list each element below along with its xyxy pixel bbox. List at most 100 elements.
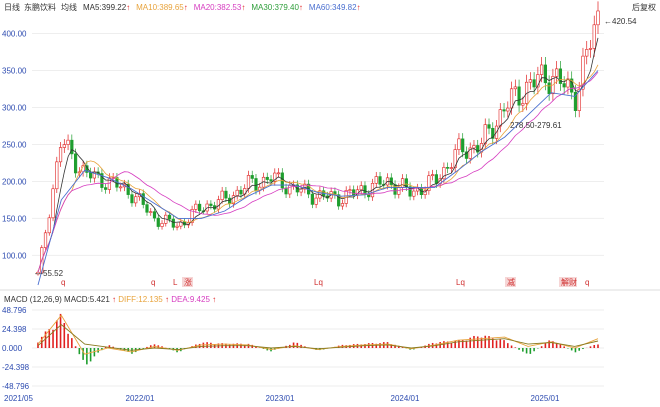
candle bbox=[340, 199, 345, 210]
candle bbox=[194, 200, 198, 214]
event-marker[interactable]: 减 bbox=[505, 277, 516, 287]
event-marker[interactable]: Lq bbox=[314, 278, 323, 287]
candle bbox=[51, 184, 55, 222]
candle bbox=[209, 200, 213, 210]
candle bbox=[134, 192, 138, 207]
candle bbox=[547, 75, 551, 101]
candle bbox=[160, 220, 164, 230]
price-axis-labels: 100.00 150.00 200.00 250.00 300.00 350.00 400.… bbox=[2, 29, 27, 260]
candle bbox=[528, 72, 532, 90]
candle bbox=[374, 171, 378, 188]
candle bbox=[276, 168, 281, 178]
candle bbox=[156, 214, 160, 230]
candle bbox=[220, 186, 224, 204]
candle bbox=[502, 103, 506, 118]
svg-text:q: q bbox=[585, 278, 589, 287]
candle bbox=[472, 139, 476, 154]
ma10-line bbox=[37, 64, 599, 273]
y-tick-label: 200.00 bbox=[2, 177, 27, 186]
x-tick-label: 2022/01 bbox=[126, 394, 155, 403]
candle bbox=[175, 223, 179, 231]
macd-header: MACD (12,26,9) MACD:5.421 ↑ DIFF:12.135 … bbox=[4, 295, 216, 304]
svg-text:Lq: Lq bbox=[456, 278, 465, 287]
x-tick-label: 2021/05 bbox=[4, 394, 33, 403]
candle bbox=[491, 122, 495, 145]
candle bbox=[457, 133, 461, 156]
x-tick-label: 2023/01 bbox=[266, 394, 295, 403]
candle bbox=[581, 47, 585, 97]
candle bbox=[62, 139, 66, 153]
svg-text:q: q bbox=[61, 278, 65, 287]
candle bbox=[596, 1, 600, 34]
macd-y-tick-label: -24.398 bbox=[2, 363, 30, 372]
x-tick-label: 2025/01 bbox=[531, 394, 560, 403]
candle bbox=[47, 214, 51, 236]
candle bbox=[224, 186, 228, 203]
y-tick-label: 250.00 bbox=[2, 140, 27, 149]
candle bbox=[190, 205, 194, 226]
candle bbox=[145, 200, 149, 216]
event-marker[interactable]: L bbox=[173, 278, 178, 287]
y-tick-label: 300.00 bbox=[2, 103, 27, 112]
candle bbox=[393, 180, 397, 199]
candle bbox=[389, 173, 393, 189]
candle bbox=[487, 118, 491, 135]
candle bbox=[66, 134, 70, 151]
svg-text:L: L bbox=[173, 278, 178, 287]
candle bbox=[588, 39, 593, 58]
y-tick-label: 350.00 bbox=[2, 66, 27, 75]
ma5-line bbox=[37, 37, 599, 273]
candle bbox=[70, 134, 74, 160]
candle bbox=[558, 61, 563, 91]
event-markers: q q L 涨 Lq Lq 减 解财 q bbox=[61, 277, 589, 287]
macd-y-tick-label: 48.796 bbox=[2, 306, 27, 315]
low-price-label: —55.52 bbox=[35, 269, 64, 278]
candlestick-series bbox=[36, 1, 600, 276]
macd-y-tick-label: -48.796 bbox=[2, 382, 30, 391]
candle bbox=[359, 181, 363, 194]
event-marker[interactable]: q bbox=[585, 278, 589, 287]
price-annotations: ←420.54 —55.52 278.50-279.61 bbox=[35, 17, 637, 278]
candle bbox=[536, 66, 540, 95]
macd-panel: MACD (12,26,9) MACD:5.421 ↑ DIFF:12.135 … bbox=[2, 295, 604, 403]
svg-text:q: q bbox=[151, 278, 155, 287]
candle bbox=[198, 200, 202, 215]
svg-text:Lq: Lq bbox=[314, 278, 323, 287]
candle bbox=[149, 208, 153, 216]
candle bbox=[464, 146, 469, 164]
candle bbox=[55, 156, 59, 193]
candle bbox=[404, 174, 408, 191]
candle bbox=[585, 41, 589, 65]
candle bbox=[378, 171, 382, 189]
x-tick-label: 2024/01 bbox=[391, 394, 420, 403]
candle bbox=[254, 173, 258, 195]
candle bbox=[431, 169, 435, 181]
candle bbox=[348, 185, 352, 195]
candle bbox=[461, 133, 465, 158]
candle bbox=[235, 186, 239, 200]
y-tick-label: 100.00 bbox=[2, 251, 27, 260]
candle bbox=[130, 190, 134, 207]
candle bbox=[58, 142, 63, 167]
ma20-line bbox=[37, 71, 599, 273]
candle bbox=[104, 183, 108, 194]
candle bbox=[243, 184, 247, 199]
y-tick-label: 150.00 bbox=[2, 214, 27, 223]
ma60-line bbox=[37, 70, 599, 286]
candle bbox=[100, 168, 104, 192]
y-tick-label: 400.00 bbox=[2, 29, 27, 38]
event-marker[interactable]: q bbox=[61, 278, 65, 287]
candle bbox=[89, 167, 93, 183]
macd-y-tick-label: 24.398 bbox=[2, 325, 27, 334]
event-marker[interactable]: 解财 bbox=[559, 277, 577, 287]
candle bbox=[363, 181, 367, 199]
candle bbox=[446, 162, 450, 174]
event-marker[interactable]: q bbox=[151, 278, 155, 287]
candle bbox=[415, 183, 420, 196]
event-marker[interactable]: 涨 bbox=[182, 277, 193, 287]
svg-text:解财: 解财 bbox=[561, 277, 577, 287]
event-marker[interactable]: Lq bbox=[456, 278, 465, 287]
dea-line bbox=[37, 324, 599, 351]
candle bbox=[427, 171, 431, 195]
candle bbox=[513, 79, 517, 97]
